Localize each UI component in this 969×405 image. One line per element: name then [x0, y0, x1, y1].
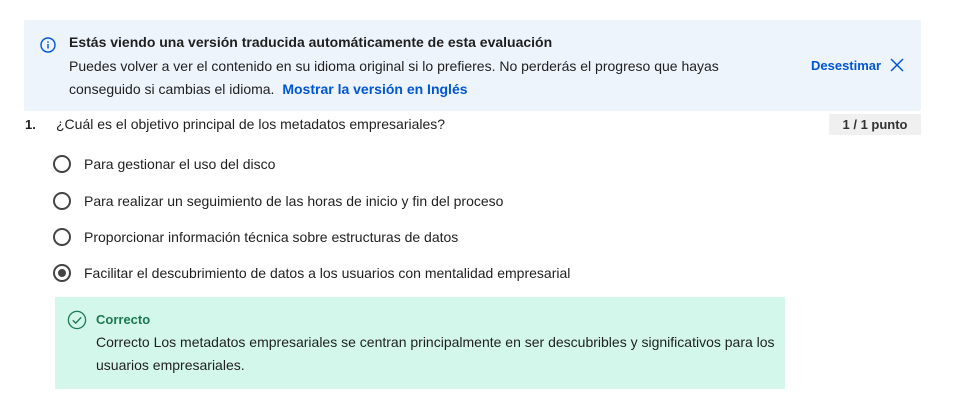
dismiss-label: Desestimar [811, 57, 882, 73]
option-3[interactable]: Proporcionar información técnica sobre e… [53, 228, 458, 246]
feedback-text: Correcto Los metadatos empresariales se … [96, 334, 775, 373]
dismiss-button[interactable]: Desestimar [811, 57, 905, 73]
option-2[interactable]: Para realizar un seguimiento de las hora… [53, 192, 503, 210]
show-original-link[interactable]: Mostrar la versión en Inglés [282, 81, 467, 97]
info-icon [40, 37, 56, 53]
option-4[interactable]: Facilitar el descubrimiento de datos a l… [53, 264, 570, 282]
radio-button-selected[interactable] [53, 264, 71, 282]
banner-title: Estás viendo una versión traducida autom… [69, 34, 553, 50]
radio-button[interactable] [53, 228, 71, 246]
points-badge: 1 / 1 punto [829, 114, 921, 135]
feedback-title: Correcto [96, 312, 151, 327]
radio-button[interactable] [53, 155, 71, 173]
translation-banner: Estás viendo una versión traducida autom… [24, 20, 921, 111]
option-label: Para gestionar el uso del disco [84, 156, 276, 172]
question-number: 1. [25, 117, 36, 132]
option-label: Proporcionar información técnica sobre e… [84, 229, 459, 245]
question-text: ¿Cuál es el objetivo principal de los me… [56, 116, 446, 132]
banner-body: Puedes volver a ver el contenido en su i… [69, 55, 769, 101]
option-label: Facilitar el descubrimiento de datos a l… [84, 265, 571, 281]
check-circle-icon [67, 310, 87, 330]
option-1[interactable]: Para gestionar el uso del disco [53, 155, 275, 173]
radio-button[interactable] [53, 192, 71, 210]
close-icon[interactable] [889, 57, 905, 73]
feedback-box: Correcto Correcto Los metadatos empresar… [55, 297, 785, 389]
option-label: Para realizar un seguimiento de las hora… [84, 193, 504, 209]
